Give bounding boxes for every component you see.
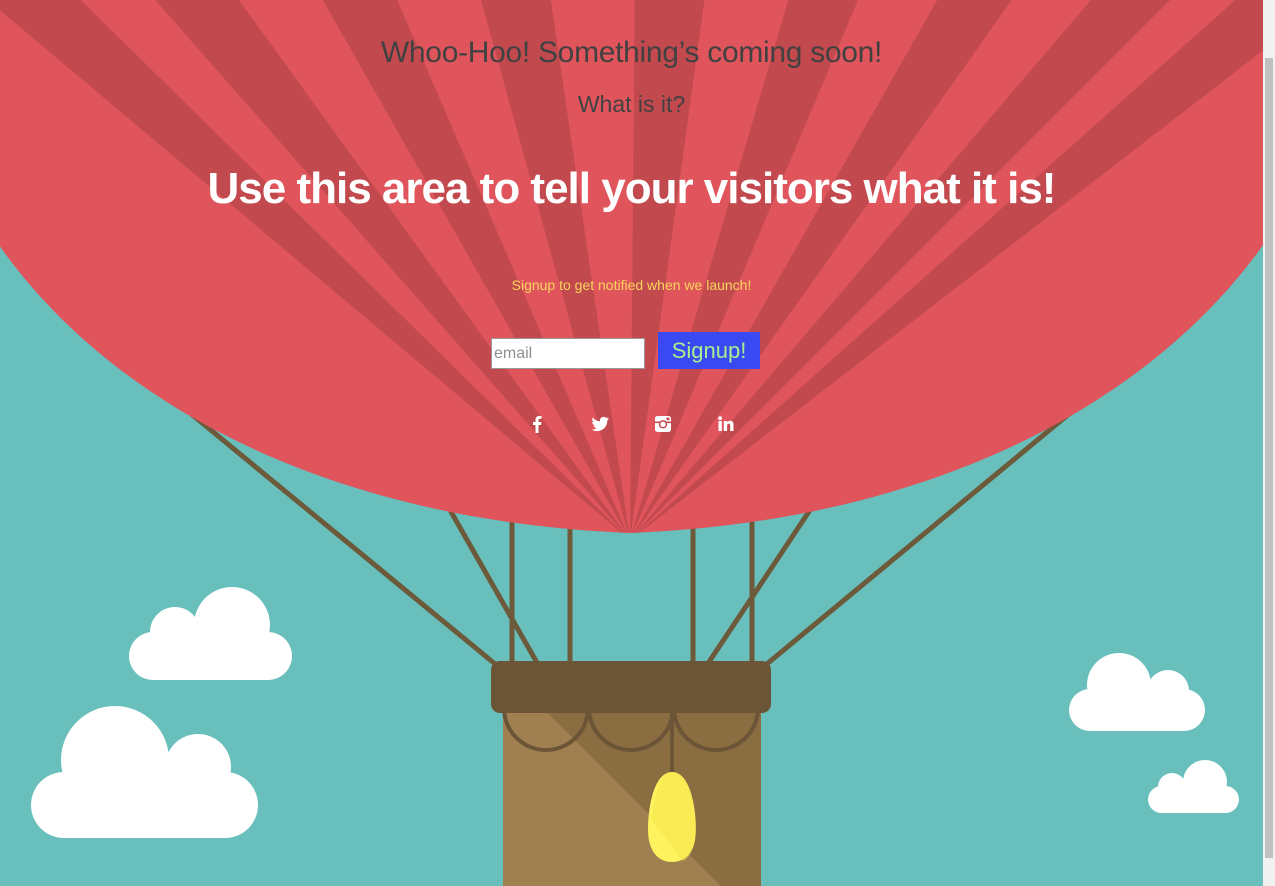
facebook-link[interactable] [526,413,548,435]
instagram-link[interactable] [652,413,674,435]
vertical-scrollbar[interactable] [1263,0,1275,886]
notify-text: Signup to get notified when we launch! [511,277,752,293]
coming-soon-kicker: Whoo-Hoo! Something’s coming soon! [380,36,883,69]
twitter-icon [591,416,609,432]
what-is-it-subtitle: What is it? [577,91,686,117]
hot-air-balloon-illustration [0,0,1275,886]
balloon-basket [491,661,771,886]
facebook-icon [533,416,542,433]
email-input[interactable] [491,338,645,369]
scrollbar-thumb[interactable] [1265,58,1273,858]
page-headline: Use this area to tell your visitors what… [207,164,1057,213]
signup-button[interactable]: Signup! [658,332,760,369]
linkedin-link[interactable] [715,413,737,435]
twitter-link[interactable] [589,413,611,435]
linkedin-icon [718,416,734,431]
instagram-icon [655,416,671,432]
